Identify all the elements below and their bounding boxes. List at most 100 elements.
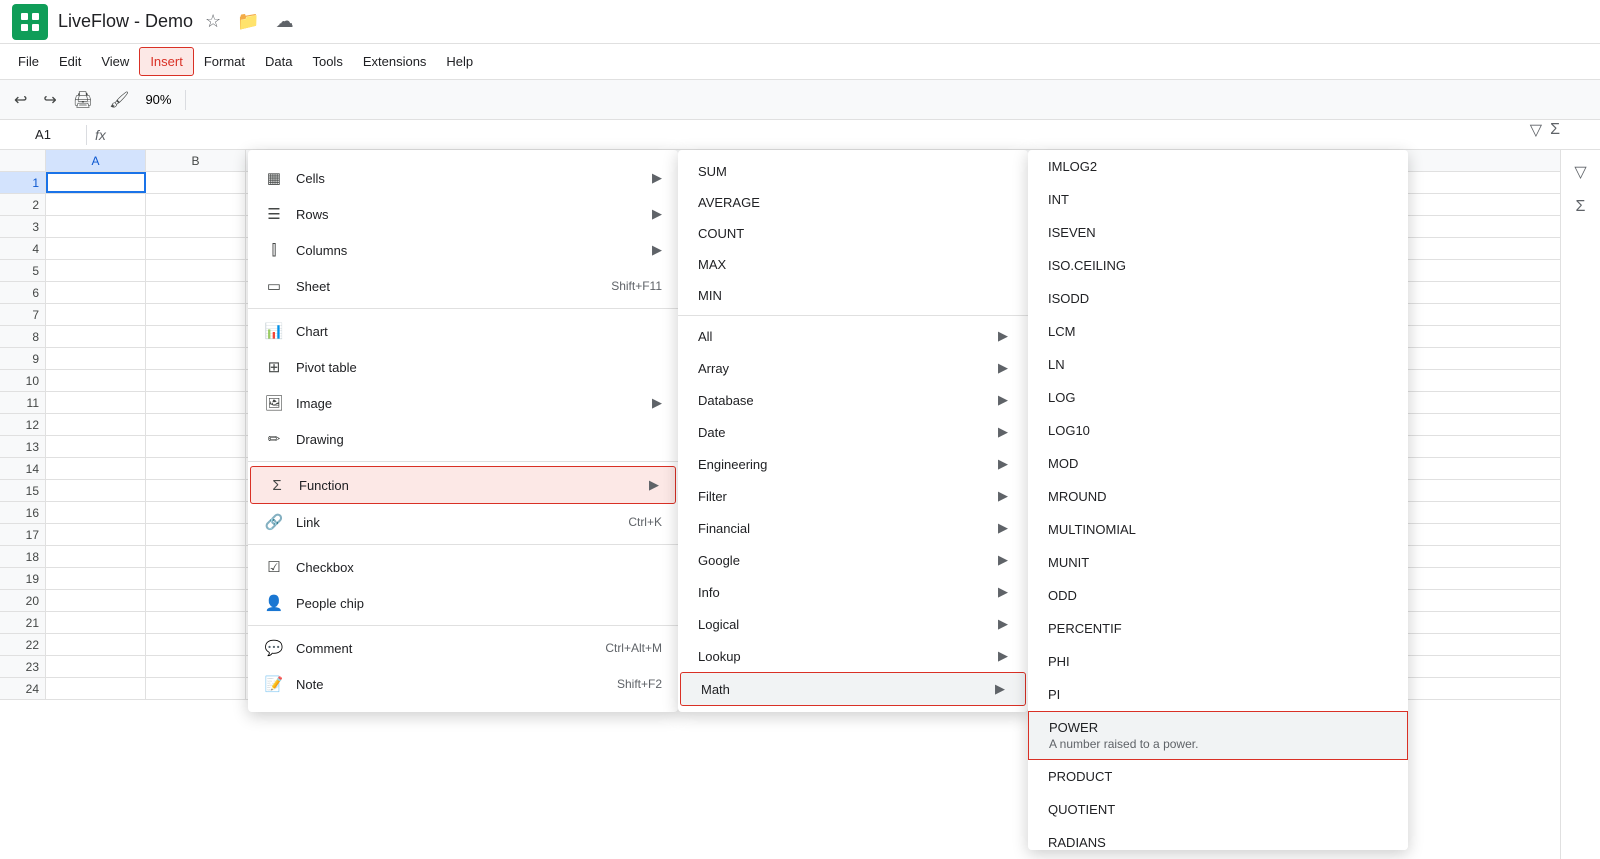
filter-icon[interactable]: ▽ — [1530, 120, 1542, 140]
function-database-item[interactable]: Database ▶ — [678, 384, 1028, 416]
math-power-item[interactable]: POWER A number raised to a power. — [1028, 711, 1408, 760]
math-lcm-item[interactable]: LCM — [1028, 315, 1408, 348]
cell-row20-col1[interactable] — [146, 590, 246, 611]
insert-chart-item[interactable]: 📊 Chart — [248, 313, 678, 349]
cell-row9-col1[interactable] — [146, 348, 246, 369]
paint-format-button[interactable]: 🖌 — [103, 86, 135, 114]
function-array-item[interactable]: Array ▶ — [678, 352, 1028, 384]
folder-icon[interactable]: 📁 — [233, 7, 263, 36]
cell-row9-col0[interactable] — [46, 348, 146, 369]
menu-help[interactable]: Help — [436, 48, 483, 75]
cell-row19-col1[interactable] — [146, 568, 246, 589]
cell-row21-col1[interactable] — [146, 612, 246, 633]
insert-function-item[interactable]: Σ Function ▶ — [250, 466, 676, 504]
function-lookup-item[interactable]: Lookup ▶ — [678, 640, 1028, 672]
math-munit-item[interactable]: MUNIT — [1028, 546, 1408, 579]
cloud-icon[interactable]: ☁ — [272, 7, 298, 36]
cell-row19-col0[interactable] — [46, 568, 146, 589]
undo-button[interactable]: ↩ — [8, 86, 33, 114]
star-icon[interactable]: ☆ — [201, 7, 225, 36]
cell-row3-col1[interactable] — [146, 216, 246, 237]
cell-row4-col1[interactable] — [146, 238, 246, 259]
math-isoceiling-item[interactable]: ISO.CEILING — [1028, 249, 1408, 282]
function-math-item[interactable]: Math ▶ — [680, 672, 1026, 706]
cell-row7-col0[interactable] — [46, 304, 146, 325]
insert-people-item[interactable]: 👤 People chip — [248, 585, 678, 621]
menu-insert[interactable]: Insert — [139, 47, 194, 76]
insert-link-item[interactable]: 🔗 Link Ctrl+K — [248, 504, 678, 540]
insert-pivot-item[interactable]: ⊞ Pivot table — [248, 349, 678, 385]
cell-row10-col0[interactable] — [46, 370, 146, 391]
insert-image-item[interactable]: 🖼 Image ▶ — [248, 385, 678, 421]
insert-rows-item[interactable]: ☰ Rows ▶ — [248, 196, 678, 232]
math-log10-item[interactable]: LOG10 — [1028, 414, 1408, 447]
cell-row10-col1[interactable] — [146, 370, 246, 391]
function-date-item[interactable]: Date ▶ — [678, 416, 1028, 448]
math-mod-item[interactable]: MOD — [1028, 447, 1408, 480]
right-sigma-icon[interactable]: Σ — [1572, 194, 1590, 220]
cell-row14-col1[interactable] — [146, 458, 246, 479]
menu-tools[interactable]: Tools — [302, 48, 352, 75]
cell-row11-col0[interactable] — [46, 392, 146, 413]
function-filter-item[interactable]: Filter ▶ — [678, 480, 1028, 512]
cell-ref-input[interactable]: A1 — [8, 127, 78, 142]
cell-row21-col0[interactable] — [46, 612, 146, 633]
function-all-item[interactable]: All ▶ — [678, 320, 1028, 352]
math-isodd-item[interactable]: ISODD — [1028, 282, 1408, 315]
menu-file[interactable]: File — [8, 48, 49, 75]
cell-row11-col1[interactable] — [146, 392, 246, 413]
cell-row24-col1[interactable] — [146, 678, 246, 699]
math-pi-item[interactable]: PI — [1028, 678, 1408, 711]
math-log-item[interactable]: LOG — [1028, 381, 1408, 414]
function-financial-item[interactable]: Financial ▶ — [678, 512, 1028, 544]
function-average-item[interactable]: AVERAGE — [678, 187, 1028, 218]
menu-data[interactable]: Data — [255, 48, 302, 75]
function-sum-item[interactable]: SUM — [678, 156, 1028, 187]
function-logical-item[interactable]: Logical ▶ — [678, 608, 1028, 640]
print-button[interactable]: 🖨 — [67, 86, 99, 114]
cell-row12-col1[interactable] — [146, 414, 246, 435]
insert-comment-item[interactable]: 💬 Comment Ctrl+Alt+M — [248, 630, 678, 666]
math-mround-item[interactable]: MROUND — [1028, 480, 1408, 513]
cell-row18-col0[interactable] — [46, 546, 146, 567]
math-ln-item[interactable]: LN — [1028, 348, 1408, 381]
function-min-item[interactable]: MIN — [678, 280, 1028, 311]
cell-row6-col1[interactable] — [146, 282, 246, 303]
math-iseven-item[interactable]: ISEVEN — [1028, 216, 1408, 249]
insert-drawing-item[interactable]: ✏ Drawing — [248, 421, 678, 457]
function-engineering-item[interactable]: Engineering ▶ — [678, 448, 1028, 480]
cell-row5-col0[interactable] — [46, 260, 146, 281]
function-max-item[interactable]: MAX — [678, 249, 1028, 280]
cell-row20-col0[interactable] — [46, 590, 146, 611]
cell-row15-col0[interactable] — [46, 480, 146, 501]
cell-row15-col1[interactable] — [146, 480, 246, 501]
cell-row13-col0[interactable] — [46, 436, 146, 457]
insert-checkbox-item[interactable]: ☑ Checkbox — [248, 549, 678, 585]
sigma-icon[interactable]: Σ — [1550, 121, 1560, 139]
cell-row2-col1[interactable] — [146, 194, 246, 215]
math-percentif-item[interactable]: PERCENTIF — [1028, 612, 1408, 645]
cell-row14-col0[interactable] — [46, 458, 146, 479]
menu-extensions[interactable]: Extensions — [353, 48, 437, 75]
cell-row23-col1[interactable] — [146, 656, 246, 677]
math-radians-item[interactable]: RADIANS — [1028, 826, 1408, 850]
col-header-b[interactable]: B — [146, 150, 246, 171]
menu-format[interactable]: Format — [194, 48, 255, 75]
cell-row16-col1[interactable] — [146, 502, 246, 523]
cell-a1[interactable] — [46, 172, 146, 193]
math-quotient-item[interactable]: QUOTIENT — [1028, 793, 1408, 826]
cell-row23-col0[interactable] — [46, 656, 146, 677]
menu-edit[interactable]: Edit — [49, 48, 91, 75]
insert-sheet-item[interactable]: ▭ Sheet Shift+F11 — [248, 268, 678, 304]
cell-row2-col0[interactable] — [46, 194, 146, 215]
function-google-item[interactable]: Google ▶ — [678, 544, 1028, 576]
col-header-a[interactable]: A — [46, 150, 146, 171]
math-product-item[interactable]: PRODUCT — [1028, 760, 1408, 793]
math-multinomial-item[interactable]: MULTINOMIAL — [1028, 513, 1408, 546]
cell-row13-col1[interactable] — [146, 436, 246, 457]
cell-row3-col0[interactable] — [46, 216, 146, 237]
cell-row24-col0[interactable] — [46, 678, 146, 699]
cell-row12-col0[interactable] — [46, 414, 146, 435]
math-phi-item[interactable]: PHI — [1028, 645, 1408, 678]
cell-row7-col1[interactable] — [146, 304, 246, 325]
